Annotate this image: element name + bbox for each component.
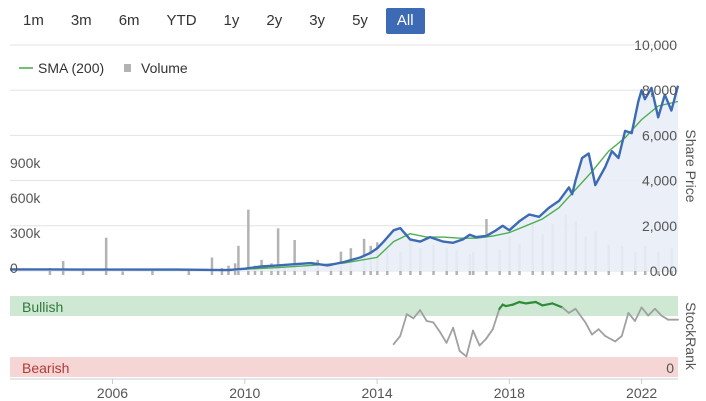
stockrank-segment	[584, 321, 593, 336]
price-tick-label: 8,000	[642, 82, 677, 98]
volume-bar	[61, 261, 65, 275]
stockrank-segment	[399, 313, 408, 337]
volume-axis-ticks: 900k 600k 300k 0	[10, 155, 41, 276]
stockrank-segment	[485, 328, 494, 340]
stockrank-segment	[524, 300, 537, 305]
legend-volume-swatch	[124, 64, 131, 72]
volume-tick-label: 300k	[10, 225, 41, 241]
stockrank-segment	[445, 326, 455, 344]
x-tick-label: 2010	[229, 385, 260, 401]
stockrank-segment	[591, 328, 600, 336]
stockrank-axis-label: StockRank	[683, 302, 699, 371]
bearish-band	[10, 357, 678, 377]
x-tick-label: 2018	[494, 385, 525, 401]
x-tick-label: 2022	[626, 385, 657, 401]
stockrank-segment	[452, 326, 461, 352]
bearish-label: Bearish	[22, 360, 69, 376]
volume-bar	[247, 209, 250, 275]
price-tick-label: 6,000	[642, 127, 677, 143]
volume-bar	[210, 257, 214, 275]
legend: SMA (200) Volume	[19, 60, 188, 76]
price-tick-label: 10,000	[634, 37, 677, 53]
price-tick-label: 0.00	[650, 263, 677, 279]
x-tick-label: 2014	[361, 385, 392, 401]
stockrank-segment	[472, 329, 481, 347]
stockrank-segment	[620, 311, 630, 337]
volume-bar	[81, 270, 85, 275]
price-tick-label: 2,000	[642, 218, 677, 234]
stockrank-segment	[660, 314, 669, 321]
stockrank-segment	[465, 329, 474, 358]
stockrank-segment	[614, 335, 623, 343]
stockrank-segment	[458, 350, 468, 358]
x-axis-ticks: 2006 2010 2014 2018 2022	[97, 379, 657, 401]
stockrank-segment	[478, 337, 488, 347]
volume-tick-label: 600k	[10, 190, 41, 206]
stockrank-segment	[425, 320, 435, 324]
volume-bar	[151, 270, 154, 275]
legend-volume-label: Volume	[141, 60, 188, 76]
stockrank-zero-tick: 0	[666, 360, 674, 376]
price-tick-label: 4,000	[642, 173, 677, 189]
legend-sma-label: SMA (200)	[38, 60, 104, 76]
stockrank-segment	[604, 335, 617, 343]
stockrank-segment	[597, 328, 607, 337]
stockrank-segment	[432, 321, 441, 333]
x-tick-label: 2006	[97, 385, 128, 401]
price-axis-label: Share Price	[683, 129, 699, 202]
volume-tick-label: 0	[10, 260, 18, 276]
volume-bar	[187, 270, 191, 275]
volume-tick-label: 900k	[10, 155, 41, 171]
chart-area: 10,000 8,000 6,000 4,000 2,000 0.00 900k 600k 3…	[10, 37, 699, 401]
stockrank-segment	[392, 335, 402, 346]
volume-bar	[121, 271, 124, 275]
stockrank-segment	[438, 330, 448, 344]
price-area-fill	[10, 85, 678, 271]
bullish-label: Bullish	[22, 299, 63, 315]
